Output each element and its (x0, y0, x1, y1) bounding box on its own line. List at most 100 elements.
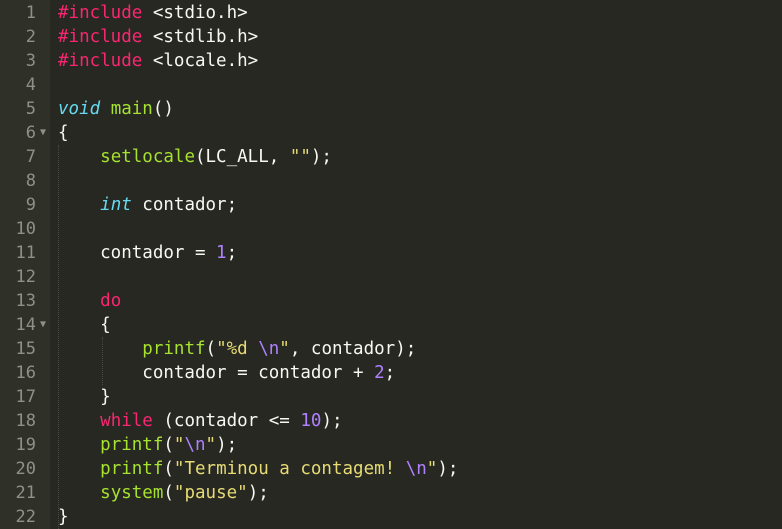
code-line[interactable]: 7 setlocale(LC_ALL, ""); (0, 145, 782, 169)
line-number: 11 (15, 243, 36, 263)
code-line[interactable]: 6 ▼ { (0, 121, 782, 145)
line-number: 8 (25, 171, 36, 191)
code-line[interactable]: 19 printf("\n"); (0, 433, 782, 457)
code-token: ); (310, 147, 332, 167)
code-token: main (110, 99, 153, 119)
code-line[interactable]: 8 (0, 169, 782, 193)
line-number: 13 (15, 291, 36, 311)
line-number: 10 (15, 219, 36, 239)
code-line[interactable]: 13 do (0, 289, 782, 313)
code-token: , contador); (289, 339, 417, 359)
code-text: void main() (58, 97, 174, 121)
code-text: #include <locale.h> (58, 49, 258, 73)
code-token: ( (205, 339, 217, 359)
code-text: printf("Terminou a contagem! \n"); (58, 457, 458, 481)
code-token: 1 (216, 243, 227, 263)
code-token: "pause" (173, 483, 248, 503)
code-line[interactable]: 18 while (contador <= 10); (0, 409, 782, 433)
code-token: " (205, 435, 217, 455)
code-token: " (426, 459, 438, 479)
code-line[interactable]: 16 contador = contador + 2; (0, 361, 782, 385)
code-token: " (279, 339, 290, 359)
code-token: void (58, 99, 101, 119)
code-text: while (contador <= 10); (58, 409, 343, 433)
code-token: contador = contador + (58, 363, 375, 383)
code-line[interactable]: 22} (0, 505, 782, 529)
line-number: 2 (25, 27, 36, 47)
code-token: { (58, 123, 69, 143)
code-token: #include (58, 51, 143, 71)
code-text: } (58, 505, 69, 529)
fold-arrow-icon[interactable]: ▼ (40, 121, 46, 145)
line-number: 16 (15, 363, 36, 383)
code-line[interactable]: 3 #include <locale.h> (0, 49, 782, 73)
code-line[interactable]: 9 int contador; (0, 193, 782, 217)
code-line[interactable]: 10 (0, 217, 782, 241)
code-token: <stdlib.h> (142, 27, 259, 47)
code-token: 10 (300, 411, 322, 431)
code-token: #include (58, 3, 143, 23)
code-token: ( (163, 435, 174, 455)
code-text: int contador; (58, 193, 237, 217)
code-token: setlocale (100, 147, 195, 167)
line-number: 7 (25, 147, 36, 167)
code-token: \n (405, 459, 427, 479)
code-token: ; (384, 363, 396, 383)
code-token: "%d (216, 339, 259, 359)
code-editor[interactable]: 1 #include <stdio.h> 2 #include <stdlib.h> 3… (0, 0, 782, 529)
code-line[interactable]: 21 system("pause"); (0, 481, 782, 505)
code-token: (LC_ALL, (194, 147, 290, 167)
line-number: 18 (15, 411, 36, 431)
code-token: int (100, 195, 132, 215)
code-line[interactable]: 2 #include <stdlib.h> (0, 25, 782, 49)
code-line[interactable]: 20 printf("Terminou a contagem! \n"); (0, 457, 782, 481)
code-line[interactable]: 4 (0, 73, 782, 97)
code-token: } (58, 507, 69, 527)
code-token: ( (163, 483, 174, 503)
line-number: 9 (25, 195, 36, 215)
code-token: ); (321, 411, 343, 431)
code-token: (contador <= (152, 411, 301, 431)
fold-arrow-icon[interactable]: ▼ (40, 313, 46, 337)
code-text: system("pause"); (58, 481, 269, 505)
code-token: \n (258, 339, 280, 359)
line-number: 15 (15, 339, 36, 359)
code-text: { (58, 313, 111, 337)
code-token: ); (216, 435, 238, 455)
line-number: 14 (15, 315, 36, 335)
code-line[interactable]: 14 ▼ { (0, 313, 782, 337)
code-line[interactable]: 12 (0, 265, 782, 289)
code-token: system (100, 483, 164, 503)
code-token: "Terminou a contagem! (173, 459, 406, 479)
line-number: 4 (25, 75, 36, 95)
code-text: printf("%d \n", contador); (58, 337, 416, 361)
code-line[interactable]: 1 #include <stdio.h> (0, 1, 782, 25)
code-token: } (58, 387, 111, 407)
indent-guide (102, 337, 103, 385)
code-token: printf (100, 435, 164, 455)
code-line[interactable]: 11 contador = 1; (0, 241, 782, 265)
line-number: 6 (25, 123, 36, 143)
code-text: #include <stdlib.h> (58, 25, 258, 49)
indent-guide (58, 145, 59, 529)
code-token: <stdio.h> (142, 3, 248, 23)
code-token: ); (437, 459, 459, 479)
code-line[interactable]: 15 printf("%d \n", contador); (0, 337, 782, 361)
code-text: { (58, 121, 69, 145)
code-token: " (173, 435, 185, 455)
code-token: ( (163, 459, 174, 479)
code-token: \n (184, 435, 206, 455)
code-token: 2 (374, 363, 385, 383)
code-token: printf (142, 339, 206, 359)
line-number: 5 (25, 99, 36, 119)
line-number: 20 (15, 459, 36, 479)
line-number: 1 (25, 3, 36, 23)
code-line[interactable]: 5 void main() (0, 97, 782, 121)
code-line[interactable]: 17 } (0, 385, 782, 409)
code-token: while (100, 411, 153, 431)
